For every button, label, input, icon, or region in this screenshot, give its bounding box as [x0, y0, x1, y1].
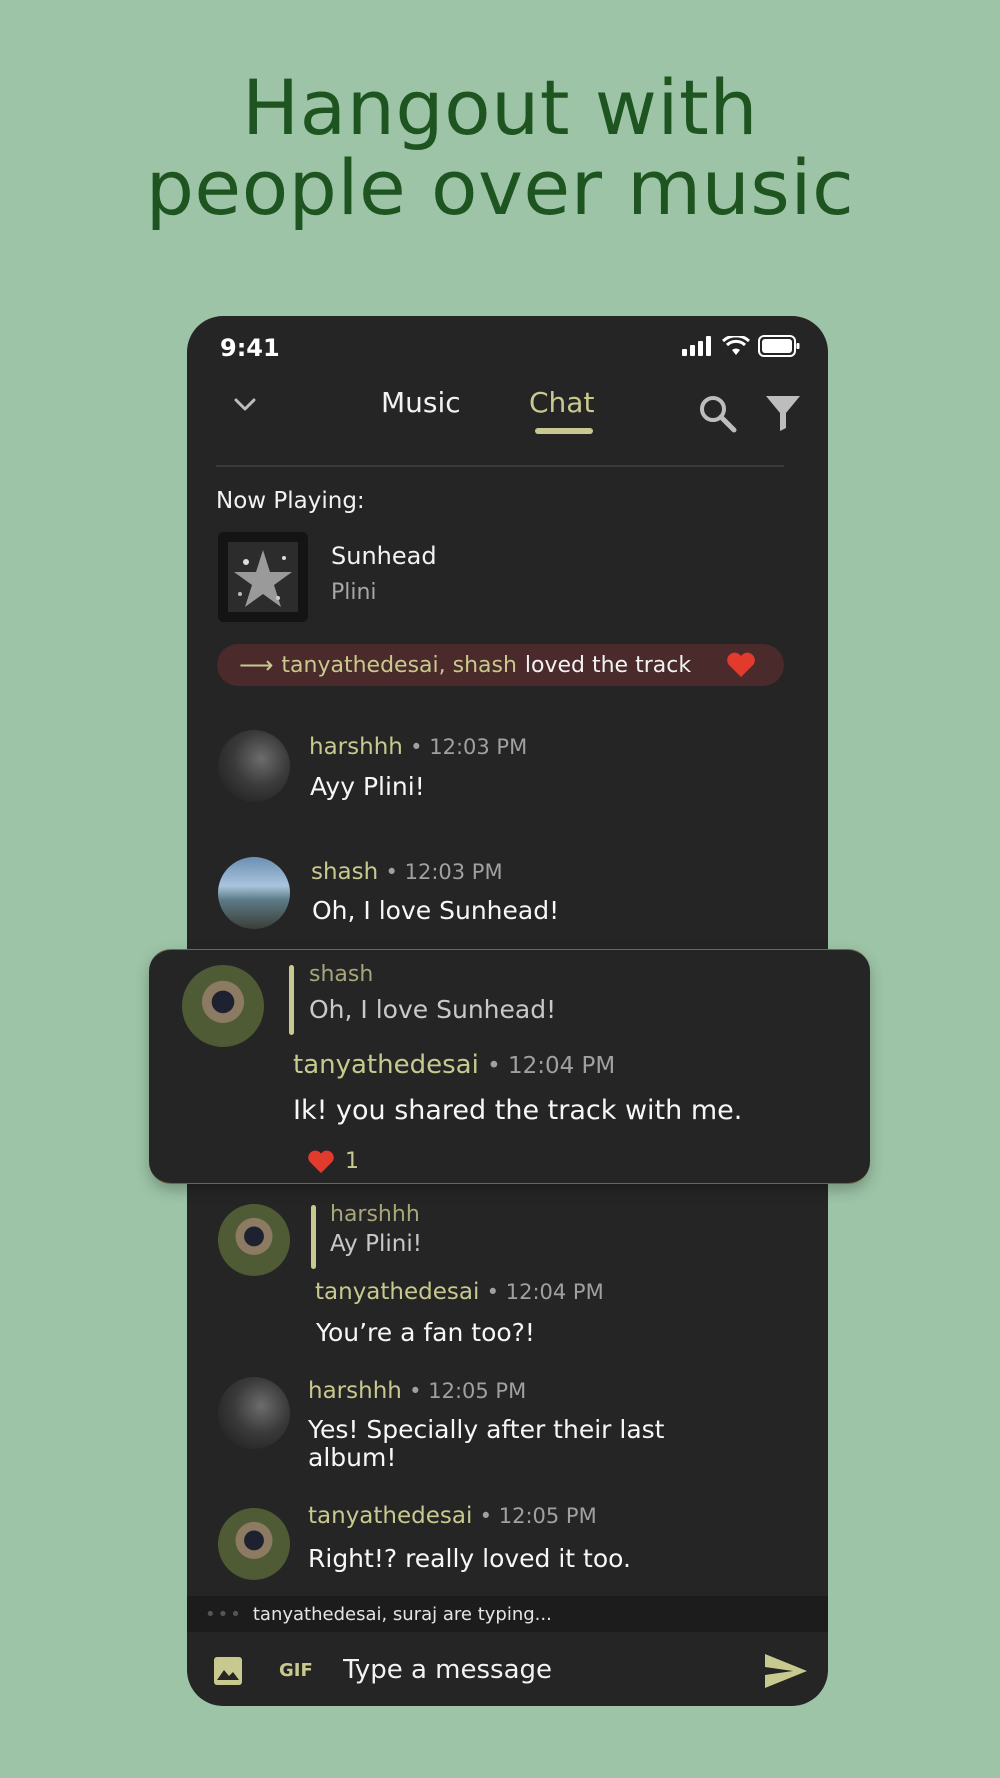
avatar-tanyathedesai[interactable]: [218, 1204, 290, 1276]
author-name[interactable]: harshhh: [308, 1378, 402, 1404]
tab-chat[interactable]: Chat: [529, 386, 594, 419]
active-tab-indicator: [535, 428, 593, 434]
avatar-harshhh[interactable]: [218, 1377, 290, 1449]
author-name[interactable]: tanyathedesai: [293, 1050, 479, 1080]
message-text-line-1: Yes! Specially after their last: [308, 1415, 665, 1444]
message-text: Ayy Plini!: [310, 772, 425, 801]
headline: Hangout with people over music: [0, 68, 1000, 228]
author-name[interactable]: harshhh: [309, 734, 403, 760]
message-time: • 12:03 PM: [410, 735, 528, 759]
signal-icon: [682, 336, 711, 356]
message-time: • 12:03 PM: [385, 860, 503, 884]
message-author[interactable]: tanyathedesai • 12:04 PM: [315, 1279, 604, 1305]
album-art-graphic: [218, 532, 308, 622]
chevron-down-icon[interactable]: [233, 396, 257, 414]
avatar-shash[interactable]: [218, 857, 290, 929]
avatar-tanyathedesai[interactable]: [218, 1508, 290, 1580]
quote-text: Oh, I love Sunhead!: [309, 995, 557, 1024]
album-art[interactable]: [218, 532, 308, 622]
nav-divider: [216, 465, 784, 467]
quote-text: Ay Plini!: [330, 1231, 422, 1257]
heart-icon: [308, 1150, 334, 1173]
message-author[interactable]: shash • 12:03 PM: [311, 859, 503, 885]
gif-button[interactable]: GIF: [279, 1660, 313, 1681]
avatar-tanyathedesai[interactable]: [182, 965, 264, 1047]
author-name[interactable]: tanyathedesai: [315, 1279, 479, 1305]
send-icon[interactable]: [763, 1652, 809, 1690]
typing-dots: •••: [205, 1603, 243, 1625]
message-time: • 12:05 PM: [479, 1504, 597, 1528]
author-name[interactable]: shash: [311, 859, 378, 885]
message-input[interactable]: [343, 1650, 723, 1690]
filter-icon[interactable]: [765, 394, 801, 432]
loved-text: loved the track: [524, 652, 692, 678]
battery-icon: [758, 335, 800, 357]
status-time: 9:41: [220, 334, 280, 362]
tab-music[interactable]: Music: [381, 386, 461, 419]
status-icons: [682, 335, 800, 357]
message-time: • 12:05 PM: [409, 1379, 527, 1403]
image-icon[interactable]: [213, 1656, 243, 1686]
reaction-count: 1: [345, 1149, 359, 1174]
message-text: You’re a fan too?!: [316, 1318, 535, 1347]
message-author[interactable]: tanyathedesai • 12:05 PM: [308, 1503, 597, 1529]
loved-users: tanyathedesai, shash: [281, 652, 517, 678]
avatar-harshhh[interactable]: [218, 730, 290, 802]
loved-track-banner: ⟶ tanyathedesai, shash loved the track: [217, 644, 784, 686]
author-name[interactable]: tanyathedesai: [308, 1503, 472, 1529]
message-composer: GIF: [187, 1632, 828, 1706]
track-artist[interactable]: Plini: [331, 580, 377, 605]
headline-line-2: people over music: [145, 143, 855, 232]
message-time: • 12:04 PM: [487, 1053, 616, 1079]
typing-indicator: ••• tanyathedesai, suraj are typing...: [187, 1596, 828, 1632]
message-author[interactable]: tanyathedesai • 12:04 PM: [293, 1050, 615, 1080]
search-icon[interactable]: [698, 394, 738, 434]
arrow-right-icon: ⟶: [239, 651, 274, 679]
highlighted-message-card[interactable]: shash Oh, I love Sunhead! tanyathedesai …: [149, 949, 870, 1184]
quote-bar: [311, 1205, 316, 1269]
quote-author: shash: [309, 962, 374, 987]
reaction-chip[interactable]: 1: [307, 1149, 359, 1174]
quote-bar: [289, 965, 294, 1035]
now-playing-label: Now Playing:: [216, 488, 365, 514]
message-author[interactable]: harshhh • 12:03 PM: [309, 734, 527, 760]
message-text: Ik! you shared the track with me.: [293, 1095, 743, 1126]
typing-text: tanyathedesai, suraj are typing...: [252, 1603, 552, 1625]
wifi-icon: [722, 336, 750, 355]
track-title[interactable]: Sunhead: [331, 542, 437, 570]
message-text: Right!? really loved it too.: [308, 1544, 631, 1573]
message-text-line-2: album!: [308, 1443, 397, 1472]
message-time: • 12:04 PM: [486, 1280, 604, 1304]
headline-line-1: Hangout with: [242, 63, 758, 152]
quote-author: harshhh: [330, 1202, 420, 1227]
message-author[interactable]: harshhh • 12:05 PM: [308, 1378, 526, 1404]
message-text: Oh, I love Sunhead!: [312, 896, 560, 925]
heart-icon[interactable]: [726, 652, 756, 678]
